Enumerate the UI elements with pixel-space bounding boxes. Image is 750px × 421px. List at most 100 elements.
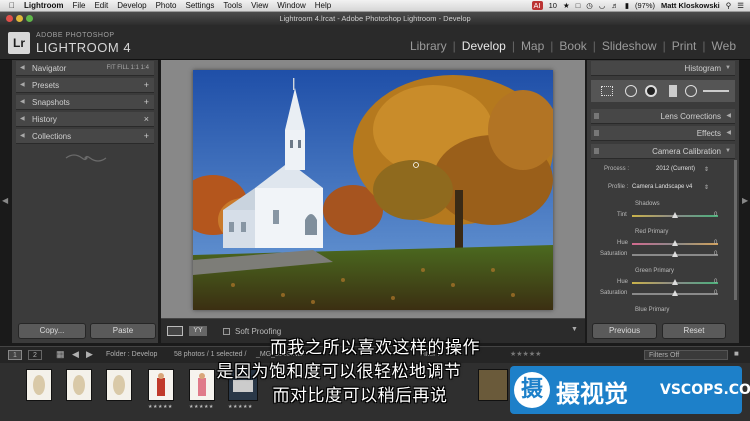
process-label: Process :: [604, 166, 630, 172]
battery-icon[interactable]: ▮: [625, 1, 629, 10]
adobe-photoshop-label: ADOBE PHOTOSHOP: [36, 32, 115, 39]
left-panel-toggle-icon[interactable]: ◀: [2, 196, 8, 205]
camera-calibration-label: Camera Calibration: [652, 147, 721, 156]
minimize-window-button[interactable]: [16, 15, 23, 22]
green-hue-slider[interactable]: [632, 279, 718, 285]
red-hue-slider[interactable]: [632, 240, 718, 246]
window-title: Lightroom 4.lrcat - Adobe Photoshop Ligh…: [279, 14, 471, 23]
slider-knob[interactable]: [672, 240, 678, 246]
mac-menu-bar:  Lightroom File Edit Develop Photo Sett…: [0, 0, 750, 12]
close-window-button[interactable]: [6, 15, 13, 22]
green-saturation-label: Saturation: [600, 290, 628, 296]
tool-strip: [591, 80, 735, 102]
left-panel: ◀ Navigator FIT FILL 1:1 1:4 ◀ Presets +…: [12, 60, 158, 343]
history-header[interactable]: ◀ History ×: [16, 112, 154, 127]
shadows-tint-label: Tint: [617, 212, 627, 218]
module-print[interactable]: Print: [666, 39, 703, 53]
panel-switch-icon[interactable]: [594, 148, 599, 154]
module-map[interactable]: Map: [515, 39, 550, 53]
shadows-tint-slider[interactable]: [632, 212, 718, 218]
module-book[interactable]: Book: [553, 39, 592, 53]
vscops-watermark: 摄 摄视觉 VSCOPS.COM: [510, 366, 750, 414]
collapse-triangle-icon: ◀: [20, 82, 25, 88]
slider-knob[interactable]: [672, 212, 678, 218]
process-select[interactable]: 2012 (Current): [656, 166, 695, 172]
green-saturation-slider[interactable]: [632, 290, 718, 296]
menu-develop[interactable]: Develop: [117, 1, 146, 10]
battery-percent: (97%): [634, 1, 655, 10]
effects-header[interactable]: Effects ◀: [591, 126, 735, 141]
wifi-icon[interactable]: ◡: [599, 1, 606, 10]
radial-filter-icon[interactable]: [685, 85, 697, 97]
module-web[interactable]: Web: [706, 39, 742, 53]
add-preset-icon[interactable]: +: [144, 78, 149, 93]
menu-window[interactable]: Window: [277, 1, 305, 10]
apple-icon[interactable]: : [9, 1, 15, 10]
menu-photo[interactable]: Photo: [156, 1, 177, 10]
collapse-triangle-icon: ◀: [20, 133, 25, 139]
menu-view[interactable]: View: [251, 1, 268, 10]
right-panel-toggle-icon[interactable]: ▶: [742, 196, 748, 205]
menu-edit[interactable]: Edit: [94, 1, 108, 10]
adjustment-brush-icon[interactable]: [703, 90, 729, 92]
module-library[interactable]: Library: [404, 39, 453, 53]
slider-knob[interactable]: [672, 290, 678, 296]
photo-preview[interactable]: [193, 70, 553, 310]
module-slideshow[interactable]: Slideshow: [596, 39, 663, 53]
collapse-triangle-icon: ▼: [725, 65, 731, 71]
module-develop[interactable]: Develop: [456, 39, 512, 53]
clear-history-icon[interactable]: ×: [144, 112, 149, 127]
watermark-url: VSCOPS.COM: [660, 382, 750, 398]
zoom-window-button[interactable]: [26, 15, 33, 22]
ai-icon[interactable]: AI: [531, 1, 543, 10]
menu-app-name[interactable]: Lightroom: [24, 1, 64, 10]
toolbar-menu-icon[interactable]: ▼: [571, 326, 578, 333]
red-hue-label: Hue: [617, 240, 629, 246]
search-icon[interactable]: ⚲: [726, 1, 732, 10]
panel-switch-icon[interactable]: [594, 113, 599, 119]
menu-file[interactable]: File: [73, 1, 86, 10]
ai-count: 10: [548, 1, 557, 10]
profile-select[interactable]: Camera Landscape v4: [632, 184, 692, 190]
watermark-logo: 摄: [514, 372, 550, 408]
histogram-header[interactable]: Histogram ▼: [591, 61, 735, 76]
collections-header[interactable]: ◀ Collections +: [16, 129, 154, 144]
lens-corrections-header[interactable]: Lens Corrections ◀: [591, 109, 735, 124]
panel-switch-icon[interactable]: [594, 130, 599, 136]
spot-removal-icon[interactable]: [625, 85, 637, 97]
navigator-zoom-options[interactable]: FIT FILL 1:1 1:4: [107, 61, 149, 76]
snapshots-header[interactable]: ◀ Snapshots +: [16, 95, 154, 110]
presets-header[interactable]: ◀ Presets +: [16, 78, 154, 93]
collapse-triangle-icon: ▼: [725, 148, 731, 154]
volume-icon[interactable]: ♬: [611, 1, 619, 10]
bluetooth-icon[interactable]: ★: [563, 1, 570, 10]
green-saturation-value[interactable]: 0: [714, 290, 717, 296]
slider-knob[interactable]: [672, 251, 678, 257]
profile-dropdown-icon[interactable]: ⇕: [704, 184, 709, 191]
crop-tool-icon[interactable]: [601, 86, 613, 96]
collapse-triangle-icon: ◀: [20, 65, 25, 71]
user-name[interactable]: Matt Kloskowski: [661, 1, 720, 10]
shadows-tint-value[interactable]: 0: [714, 212, 717, 218]
red-saturation-slider[interactable]: [632, 251, 718, 257]
camera-calibration-header[interactable]: Camera Calibration ▼: [591, 144, 735, 159]
list-icon[interactable]: ☰: [737, 1, 744, 10]
red-saturation-value[interactable]: 0: [714, 251, 717, 257]
slider-knob[interactable]: [672, 279, 678, 285]
green-hue-value[interactable]: 0: [714, 279, 717, 285]
add-snapshot-icon[interactable]: +: [144, 95, 149, 110]
histogram-label: Histogram: [684, 64, 721, 73]
display-icon[interactable]: □: [576, 1, 581, 10]
navigator-header[interactable]: ◀ Navigator FIT FILL 1:1 1:4: [16, 61, 154, 76]
red-eye-icon[interactable]: [645, 85, 657, 97]
calibration-scrollbar[interactable]: [734, 160, 737, 300]
process-dropdown-icon[interactable]: ⇕: [704, 166, 709, 173]
graduated-filter-icon[interactable]: [669, 85, 677, 97]
menu-settings[interactable]: Settings: [186, 1, 215, 10]
module-picker: Library | Develop | Map | Book | Slideshow | …: [404, 39, 742, 53]
add-collection-icon[interactable]: +: [144, 129, 149, 144]
red-hue-value[interactable]: 0: [714, 240, 717, 246]
menu-tools[interactable]: Tools: [223, 1, 242, 10]
menu-help[interactable]: Help: [315, 1, 331, 10]
time-machine-icon[interactable]: ◷: [586, 1, 593, 10]
